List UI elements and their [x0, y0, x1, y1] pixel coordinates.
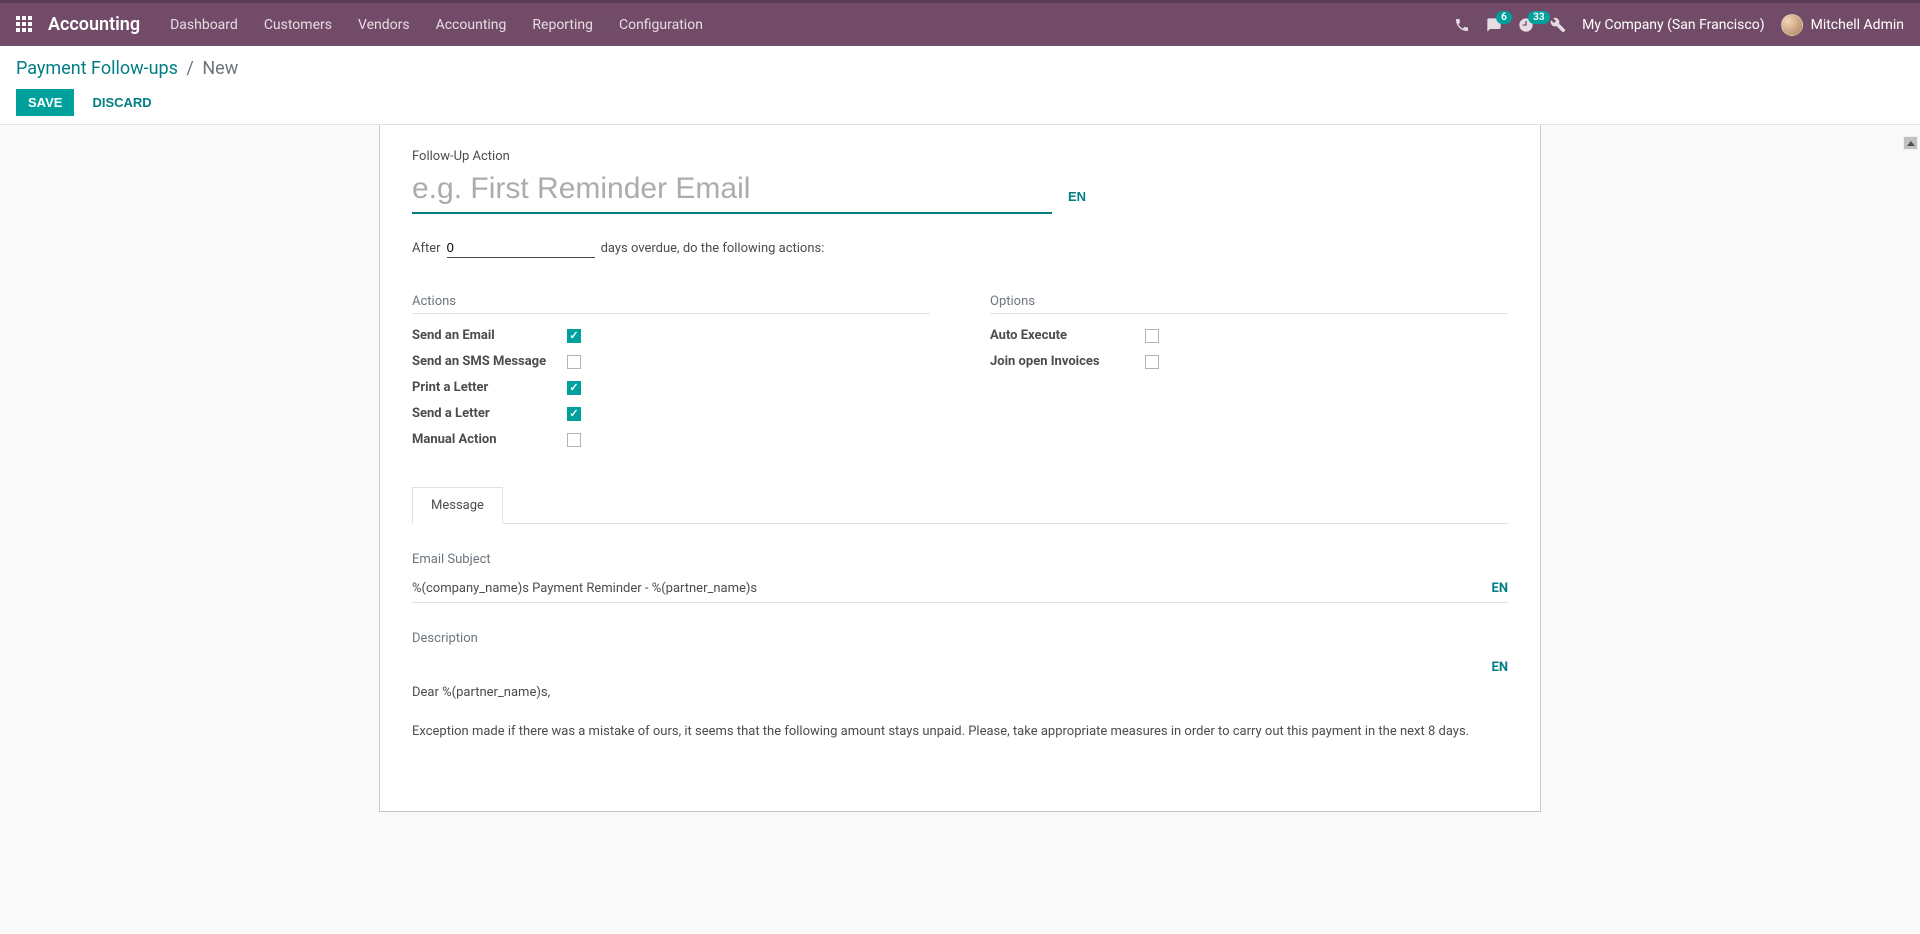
discard-button[interactable]: DISCARD	[86, 89, 157, 116]
actions-title: Actions	[412, 294, 930, 314]
messages-badge: 6	[1496, 11, 1512, 24]
breadcrumb-parent[interactable]: Payment Follow-ups	[16, 58, 178, 79]
company-selector[interactable]: My Company (San Francisco)	[1582, 17, 1764, 33]
menu-accounting[interactable]: Accounting	[436, 17, 507, 33]
tab-message[interactable]: Message	[412, 487, 503, 524]
followup-action-input[interactable]	[412, 168, 1052, 214]
menu-configuration[interactable]: Configuration	[619, 17, 703, 33]
apps-icon[interactable]	[16, 16, 34, 34]
send-sms-label: Send an SMS Message	[412, 354, 567, 369]
navbar-right: 6 33 My Company (San Francisco) Mitchell…	[1454, 14, 1904, 36]
breadcrumb-current: New	[202, 58, 238, 79]
actions-column: Actions Send an Email Send an SMS Messag…	[412, 294, 930, 458]
top-navbar: Accounting Dashboard Customers Vendors A…	[0, 0, 1920, 46]
activities-icon[interactable]: 33	[1518, 17, 1534, 33]
user-name: Mitchell Admin	[1811, 17, 1904, 33]
print-letter-label: Print a Letter	[412, 380, 567, 395]
description-label: Description	[412, 631, 1508, 646]
join-invoices-checkbox[interactable]	[1145, 355, 1159, 369]
breadcrumb: Payment Follow-ups / New	[16, 58, 1904, 79]
menu-vendors[interactable]: Vendors	[358, 17, 410, 33]
control-panel: Payment Follow-ups / New SAVE DISCARD	[0, 46, 1920, 125]
options-title: Options	[990, 294, 1508, 314]
menu-customers[interactable]: Customers	[264, 17, 332, 33]
scroll-up-indicator[interactable]	[1903, 136, 1918, 150]
messages-icon[interactable]: 6	[1486, 17, 1502, 33]
email-subject-label: Email Subject	[412, 552, 1508, 567]
description-editor[interactable]: Dear %(partner_name)s, Exception made if…	[412, 683, 1508, 743]
print-letter-checkbox[interactable]	[567, 381, 581, 395]
email-subject-value[interactable]: %(company_name)s Payment Reminder - %(pa…	[412, 581, 1492, 596]
send-letter-label: Send a Letter	[412, 406, 567, 421]
menu-dashboard[interactable]: Dashboard	[170, 17, 238, 33]
save-button[interactable]: SAVE	[16, 89, 74, 116]
auto-execute-label: Auto Execute	[990, 328, 1145, 343]
phone-icon[interactable]	[1454, 17, 1470, 33]
debug-icon[interactable]	[1550, 17, 1566, 33]
form-sheet: Follow-Up Action EN After days overdue, …	[379, 125, 1541, 812]
join-invoices-label: Join open Invoices	[990, 354, 1145, 369]
days-overdue-input[interactable]	[447, 238, 595, 258]
user-menu[interactable]: Mitchell Admin	[1781, 14, 1904, 36]
options-column: Options Auto Execute Join open Invoices	[990, 294, 1508, 458]
menu-reporting[interactable]: Reporting	[532, 17, 593, 33]
followup-action-label: Follow-Up Action	[412, 149, 1508, 164]
tab-content: Email Subject %(company_name)s Payment R…	[412, 524, 1508, 743]
send-email-checkbox[interactable]	[567, 329, 581, 343]
description-lang-button[interactable]: EN	[1492, 660, 1509, 675]
avatar	[1781, 14, 1803, 36]
send-letter-checkbox[interactable]	[567, 407, 581, 421]
tabs: Message	[412, 486, 1508, 524]
control-buttons: SAVE DISCARD	[16, 89, 1904, 116]
subject-lang-button[interactable]: EN	[1492, 581, 1509, 596]
manual-action-checkbox[interactable]	[567, 433, 581, 447]
after-sentence: After days overdue, do the following act…	[412, 238, 1508, 258]
title-lang-button[interactable]: EN	[1068, 189, 1086, 214]
send-email-label: Send an Email	[412, 328, 567, 343]
send-sms-checkbox[interactable]	[567, 355, 581, 369]
auto-execute-checkbox[interactable]	[1145, 329, 1159, 343]
main-area: Follow-Up Action EN After days overdue, …	[0, 125, 1920, 812]
activities-badge: 33	[1528, 11, 1549, 24]
main-menu: Dashboard Customers Vendors Accounting R…	[170, 17, 703, 33]
app-brand[interactable]: Accounting	[48, 14, 140, 35]
manual-action-label: Manual Action	[412, 432, 567, 447]
